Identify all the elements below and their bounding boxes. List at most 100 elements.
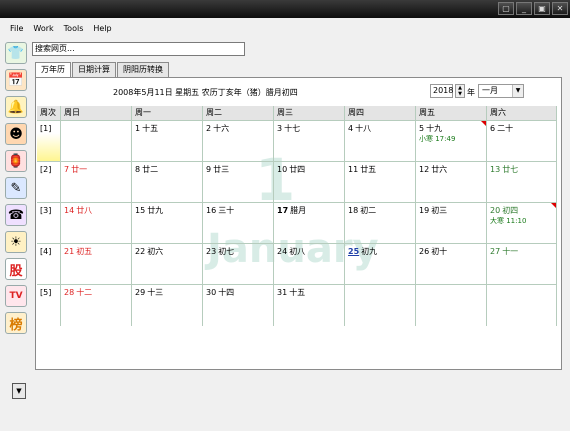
- day-cell[interactable]: 30 十四: [203, 285, 274, 326]
- year-spinner[interactable]: ▲ ▼: [455, 84, 465, 98]
- lunar-day: 初六: [147, 247, 164, 256]
- spin-down-icon[interactable]: ▼: [456, 91, 464, 97]
- day-cell[interactable]: 15 廿九: [132, 203, 203, 244]
- day-cell[interactable]: 11 廿五: [345, 162, 416, 203]
- column-header: 周次: [37, 106, 61, 120]
- day-cell[interactable]: 2 十六: [203, 121, 274, 162]
- ranking-icon[interactable]: 榜: [5, 312, 27, 334]
- solar-day: 11: [348, 165, 359, 174]
- column-header: 周二: [203, 106, 274, 120]
- solar-day: 8: [135, 165, 141, 174]
- date-info: 2008年5月11日 星期五 农历丁亥年（猪）腊月初四: [113, 88, 298, 97]
- day-cell[interactable]: 20 初四 大寒 11:10: [487, 203, 557, 244]
- day-cell[interactable]: 10 廿四: [274, 162, 345, 203]
- lunar-day: 廿三: [213, 165, 230, 174]
- lunar-day: 初五: [76, 247, 93, 256]
- day-cell[interactable]: 23 初七: [203, 244, 274, 285]
- flag-icon: [551, 203, 556, 208]
- calendar-icon[interactable]: 📅: [5, 69, 27, 91]
- day-cell[interactable]: 3 十七: [274, 121, 345, 162]
- menu-tools[interactable]: Tools: [64, 24, 84, 33]
- search-input[interactable]: 搜索网页...: [32, 42, 245, 56]
- phone-icon[interactable]: ☎: [5, 204, 27, 226]
- minimize-button[interactable]: _: [516, 2, 532, 15]
- lantern-icon[interactable]: 🏮: [5, 150, 27, 172]
- day-cell: [487, 285, 557, 326]
- day-cell[interactable]: 8 廿二: [132, 162, 203, 203]
- day-cell[interactable]: 19 初三: [416, 203, 487, 244]
- lunar-day: 廿四: [289, 165, 306, 174]
- solar-day: 23: [206, 247, 217, 256]
- solar-day: 4: [348, 124, 354, 133]
- day-cell[interactable]: 1 十五: [132, 121, 203, 162]
- lunar-day: 廿二: [142, 165, 159, 174]
- bell-icon[interactable]: 🔔: [5, 96, 27, 118]
- day-cell[interactable]: 18 初二: [345, 203, 416, 244]
- day-cell[interactable]: 16 三十: [203, 203, 274, 244]
- person-icon[interactable]: ☻: [5, 123, 27, 145]
- solar-day: 27: [490, 247, 501, 256]
- client-area: 👕 📅 🔔 ☻ 🏮 ✎ ☎ ☀ 股 TV 榜 ▼ 搜索网页... 万年历 日期计算 阴阳历转换 20…: [0, 38, 570, 431]
- tab-date-calculation[interactable]: 日期计算: [72, 62, 116, 77]
- lunar-day: 廿八: [76, 206, 93, 215]
- menu-work[interactable]: Work: [33, 24, 53, 33]
- day-cell[interactable]: 4 十八: [345, 121, 416, 162]
- day-cell[interactable]: 31 十五: [274, 285, 345, 326]
- day-cell[interactable]: 13 廿七: [487, 162, 557, 203]
- restore-icon[interactable]: ▢: [498, 2, 514, 15]
- day-cell[interactable]: 21 初五: [61, 244, 132, 285]
- day-cell[interactable]: 12 廿六: [416, 162, 487, 203]
- day-cell[interactable]: 24 初八: [274, 244, 345, 285]
- solar-day: 31: [277, 288, 288, 297]
- tab-perpetual-calendar[interactable]: 万年历: [35, 62, 71, 77]
- week-row: [4] 21 初五 22 初六 23 初七 24 初八 25 初九 26 初十 27 十一: [37, 243, 557, 285]
- stock-icon[interactable]: 股: [5, 258, 27, 280]
- day-cell[interactable]: 5 十九 小寒 17:49: [416, 121, 487, 162]
- calendar-grid: 1 January 周次 周日 周一 周二 周三 周四 周五 周六 [1] 1 十五 2 十六 3 十七 4 十…: [37, 106, 557, 367]
- day-cell[interactable]: 25 初九: [345, 244, 416, 285]
- day-cell[interactable]: 14 廿八: [61, 203, 132, 244]
- tab-lunar-conversion[interactable]: 阴阳历转换: [117, 62, 169, 77]
- column-header: 周六: [487, 106, 557, 120]
- note-icon[interactable]: ✎: [5, 177, 27, 199]
- tv-icon[interactable]: TV: [5, 285, 27, 307]
- day-cell[interactable]: 9 廿三: [203, 162, 274, 203]
- lunar-day: 廿五: [360, 165, 377, 174]
- year-input[interactable]: 2018: [430, 84, 453, 98]
- expand-button[interactable]: ▼: [12, 383, 26, 399]
- day-cell[interactable]: 27 十一: [487, 244, 557, 285]
- shirt-icon[interactable]: 👕: [5, 42, 27, 64]
- calendar-panel: 2008年5月11日 星期五 农历丁亥年（猪）腊月初四 2018 ▲ ▼ 年 一…: [35, 77, 562, 370]
- lunar-day: 初四: [502, 206, 519, 215]
- solar-day: 19: [419, 206, 430, 215]
- day-cell[interactable]: 26 初十: [416, 244, 487, 285]
- month-select[interactable]: 一月 ▼: [478, 84, 524, 98]
- maximize-button[interactable]: ▣: [534, 2, 550, 15]
- lunar-day: 十五: [142, 124, 159, 133]
- day-cell: [61, 121, 132, 162]
- day-cell[interactable]: 7 廿一: [61, 162, 132, 203]
- chevron-down-icon[interactable]: ▼: [512, 85, 523, 97]
- day-cell[interactable]: 6 二十: [487, 121, 557, 162]
- close-button[interactable]: ✕: [552, 2, 568, 15]
- solar-day: 26: [419, 247, 430, 256]
- menu-file[interactable]: File: [10, 24, 23, 33]
- solar-day: 15: [135, 206, 146, 215]
- lunar-day: 廿一: [71, 165, 88, 174]
- lunar-day: 十八: [355, 124, 372, 133]
- week-row: [2] 7 廿一 8 廿二 9 廿三 10 廿四 11 廿五 12 廿六 13 廿七: [37, 161, 557, 203]
- weather-icon[interactable]: ☀: [5, 231, 27, 253]
- day-cell[interactable]: 28 十二: [61, 285, 132, 326]
- lunar-day: 三十: [218, 206, 235, 215]
- lunar-day: 腊月: [290, 206, 307, 215]
- menu-help[interactable]: Help: [93, 24, 111, 33]
- day-cell[interactable]: 22 初六: [132, 244, 203, 285]
- lunar-day: 十四: [218, 288, 235, 297]
- day-cell[interactable]: 29 十三: [132, 285, 203, 326]
- lunar-day: 十三: [147, 288, 164, 297]
- day-cell[interactable]: 17 腊月: [274, 203, 345, 244]
- lunar-day: 十六: [213, 124, 230, 133]
- title-bar: ▢ _ ▣ ✕: [0, 0, 570, 18]
- solar-day: 5: [419, 124, 425, 133]
- lunar-day: 初三: [431, 206, 448, 215]
